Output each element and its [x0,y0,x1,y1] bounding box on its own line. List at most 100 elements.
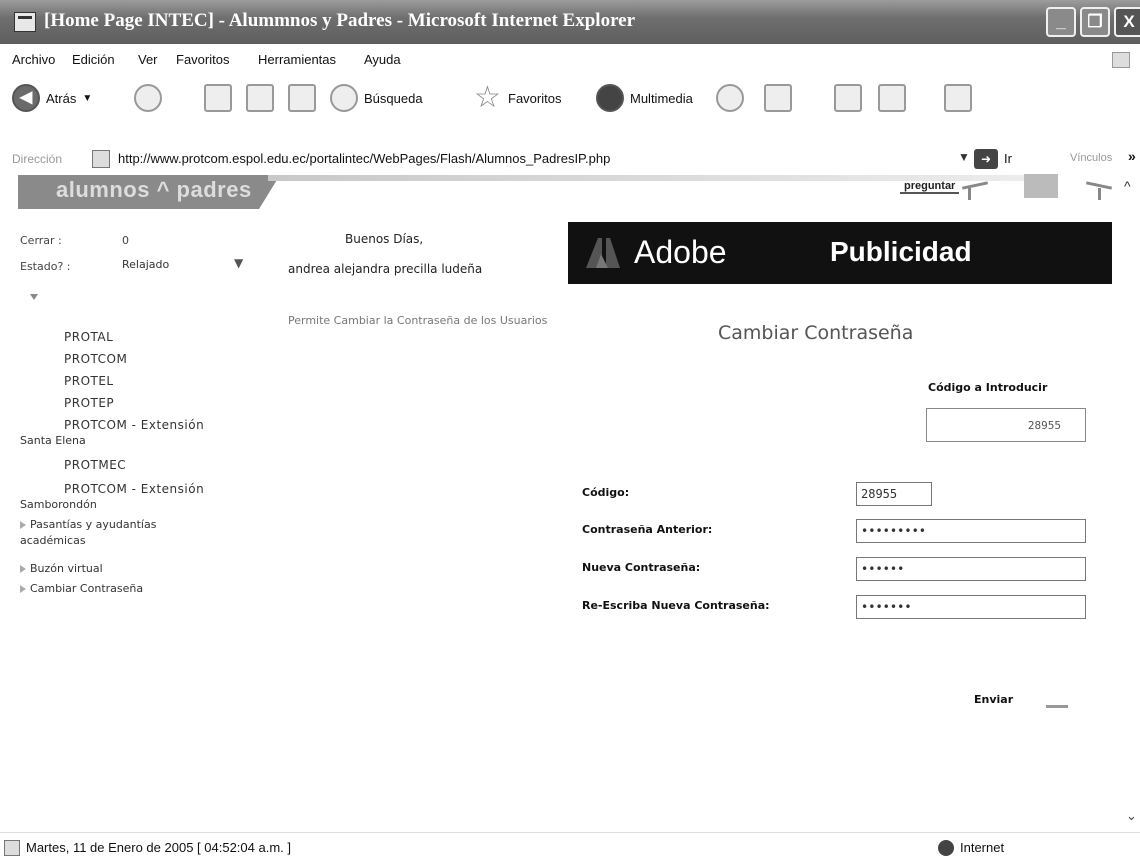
menu-ayuda[interactable]: Ayuda [364,52,401,67]
window-title: [Home Page INTEC] - Alummnos y Padres - … [44,10,636,31]
star-icon: ☆ [474,81,501,114]
nav-protal[interactable]: PROTAL [64,330,113,344]
ad-text: Publicidad [830,236,972,267]
arrow-right-icon [20,521,26,529]
refresh-button[interactable] [246,84,274,112]
close-button[interactable]: X [1114,7,1140,37]
nav-protel[interactable]: PROTEL [64,374,114,388]
site-banner: alumnos ^ padres [18,175,280,209]
new-password-label: Nueva Contraseña: [582,561,701,574]
retype-password-label: Re-Escriba Nueva Contraseña: [582,599,770,612]
print-icon [834,84,862,112]
nav-cambiar-contrasena[interactable]: Cambiar Contraseña [20,582,143,596]
go-arrow-icon[interactable]: ➜ [974,149,998,169]
go-button[interactable]: Ir [1004,151,1012,166]
nav-samborondon[interactable]: Samborondón [20,498,97,512]
preguntar-link[interactable]: preguntar [900,180,960,194]
menu-edicion[interactable]: Edición [72,52,115,67]
back-arrow-icon: ◀ [12,84,40,112]
menu-bar: Archivo Edición Ver Favoritos Herramient… [0,44,1140,74]
discuss-button[interactable] [944,84,972,112]
menu-favoritos[interactable]: Favoritos [176,52,229,67]
browser-window: [Home Page INTEC] - Alummnos y Padres - … [0,0,1140,861]
nav-protep[interactable]: PROTEP [64,396,114,410]
maximize-button[interactable]: ❐ [1080,7,1110,37]
old-password-input[interactable]: ••••••••• [856,519,1086,543]
nav-pasantias[interactable]: Pasantías y ayudantías [20,518,156,532]
back-button[interactable]: ◀ Atrás ▼ [12,84,92,112]
nav-santa-elena[interactable]: Santa Elena [20,434,86,448]
media-button[interactable]: Multimedia [596,84,693,112]
stop-button[interactable] [204,84,232,112]
windows-flag-icon [1112,52,1130,68]
word-icon [878,84,906,112]
menu-ver[interactable]: Ver [138,52,158,67]
minimize-button[interactable]: _ [1046,7,1076,37]
cerrar-label: Cerrar : [20,234,62,247]
codigo-label: Código: [582,486,630,499]
menu-archivo[interactable]: Archivo [12,52,55,67]
submit-underline [1046,705,1068,708]
nav-protcom[interactable]: PROTCOM [64,352,127,366]
greeting: Buenos Días, [345,232,424,246]
mail-button[interactable] [764,84,792,112]
banner-title: alumnos ^ padres [56,177,252,202]
media-label: Multimedia [630,90,693,106]
stop-icon [204,84,232,112]
media-icon [596,84,624,112]
nav-protcom-ext-samborondon[interactable]: PROTCOM - Extensión [64,482,204,496]
edit-button[interactable] [878,84,906,112]
address-input[interactable]: http://www.protcom.espol.edu.ec/portalin… [118,151,610,166]
page-content: alumnos ^ padres preguntar ^ Cerrar : 0 … [0,172,1140,832]
search-icon [330,84,358,112]
nav-protcom-ext-santa-elena[interactable]: PROTCOM - Extensión [64,418,204,432]
adobe-logo-icon [586,238,620,268]
new-password-input[interactable]: •••••• [856,557,1086,581]
page-description: Permite Cambiar la Contraseña de los Usu… [288,314,548,327]
status-bar: Martes, 11 de Enero de 2005 [ 04:52:04 a… [0,832,1140,861]
menu-herramientas[interactable]: Herramientas [258,52,336,67]
back-label: Atrás [46,90,77,106]
links-label[interactable]: Vínculos [1070,152,1112,164]
home-icon [288,84,316,112]
arrow-right-icon [20,565,26,573]
toolbar: ◀ Atrás ▼ Búsqueda ☆ Favoritos Multimedi… [0,74,1140,146]
estado-label: Estado? : [20,260,71,273]
nav-buzon[interactable]: Buzón virtual [20,562,103,576]
codigo-input[interactable]: 28955 [856,482,932,506]
refresh-icon [246,84,274,112]
captcha-code: 28955 [926,408,1086,442]
page-status-icon [4,840,20,856]
retype-password-input[interactable]: ••••••• [856,595,1086,619]
estado-select[interactable]: Relajado ▼ [122,256,254,278]
nav-buzon-label: Buzón virtual [30,562,103,575]
discuss-icon [944,84,972,112]
mail-icon [764,84,792,112]
submit-button[interactable]: Enviar [974,693,1013,706]
nav-academicas[interactable]: académicas [20,534,86,548]
scroll-up-icon[interactable]: ^ [1124,178,1131,194]
code-to-enter-label: Código a Introducir [928,381,1048,394]
forward-button[interactable] [134,84,162,112]
address-label: Dirección [12,152,63,166]
search-button[interactable]: Búsqueda [330,84,423,112]
history-icon [716,84,744,112]
nav-protmec[interactable]: PROTMEC [64,458,126,472]
address-dropdown-icon[interactable]: ▼ [958,150,970,164]
internet-globe-icon [938,840,954,856]
links-more-icon[interactable]: » [1128,148,1136,164]
nav-cambiar-label: Cambiar Contraseña [30,582,144,595]
forward-arrow-icon [134,84,162,112]
favorites-button[interactable]: ☆ Favoritos [474,81,561,114]
security-zone: Internet [960,840,1005,855]
ad-banner[interactable]: Adobe Publicidad [568,222,1112,284]
history-button[interactable] [716,84,744,112]
home-button[interactable] [288,84,316,112]
chevron-down-icon: ▼ [234,256,244,270]
search-label: Búsqueda [364,90,423,106]
header-figure-icon [958,172,1126,200]
cerrar-value[interactable]: 0 [122,234,129,247]
ad-brand: Adobe [634,234,727,270]
print-button[interactable] [834,84,862,112]
scroll-down-icon[interactable]: ⌄ [1126,808,1137,824]
